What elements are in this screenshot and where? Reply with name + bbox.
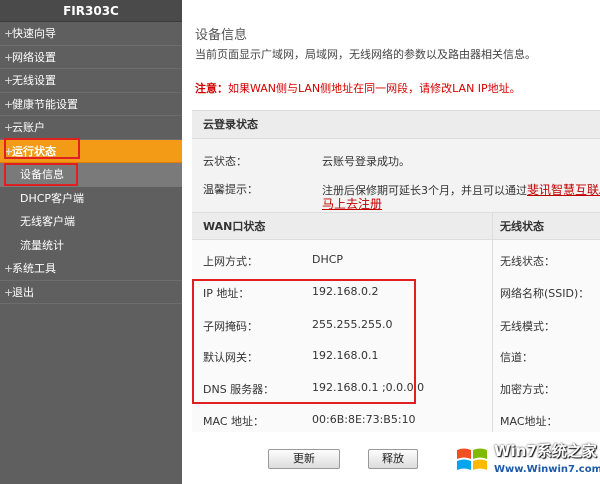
expand-icon: + <box>4 50 14 64</box>
sub-item-traffic-stats[interactable]: 流量统计 <box>0 234 182 258</box>
nav-item-wireless-settings[interactable]: +无线设置 <box>0 69 182 93</box>
mac-address-value: 00:6B:8E:73:B5:10 <box>312 413 416 426</box>
expand-icon: + <box>4 97 14 111</box>
nav-item-quick-guide[interactable]: +快速向导 <box>0 22 182 46</box>
wan-type-value: DHCP <box>312 253 344 266</box>
expand-icon: + <box>4 74 14 87</box>
cloud-status-section: 云登录状态 云状态： 云账号登录成功。 温馨提示： 注册后保修期可延长3个月，并… <box>192 110 600 212</box>
nav-item-cloud-account[interactable]: +云账户 <box>0 116 182 140</box>
nav-item-logout[interactable]: +退出 <box>0 281 182 304</box>
brand-title: FIR303C <box>0 0 182 22</box>
mac-address-label: MAC 地址： <box>203 415 264 428</box>
release-button[interactable]: 释放 <box>368 449 418 469</box>
notice-prefix: 注意： <box>195 82 228 95</box>
gateway-value: 192.168.0.1 <box>312 349 379 362</box>
wan-type-label: 上网方式： <box>203 255 258 268</box>
cloud-status-label: 云状态： <box>203 155 247 168</box>
ip-address-value: 192.168.0.2 <box>312 285 379 298</box>
nav-item-system-tools[interactable]: +系统工具 <box>0 257 182 281</box>
nav-item-label: 健康节能设置 <box>12 97 78 111</box>
tip-label: 温馨提示： <box>203 183 258 196</box>
sub-item-label: 设备信息 <box>20 168 64 181</box>
sub-item-label: 无线客户端 <box>20 215 75 228</box>
page-title: 设备信息 <box>195 28 248 43</box>
nav-item-label: 退出 <box>12 285 34 299</box>
sidebar: FIR303C +快速向导 +网络设置 +无线设置 +健康节能设置 +云账户 +… <box>0 0 182 484</box>
expand-icon: + <box>4 262 14 275</box>
cloud-status-value: 云账号登录成功。 <box>322 155 410 168</box>
expand-icon: + <box>4 121 14 134</box>
gateway-label: 默认网关： <box>203 351 258 364</box>
wireless-state-label: 无线状态： <box>500 255 555 268</box>
nav-item-network-settings[interactable]: +网络设置 <box>0 46 182 69</box>
register-link[interactable]: 马上去注册 <box>322 195 382 212</box>
sub-item-label: 流量统计 <box>20 238 64 252</box>
sub-item-dhcp-clients[interactable]: DHCP客户端 <box>0 187 182 211</box>
encryption-label: 加密方式： <box>500 383 555 396</box>
channel-label: 信道： <box>500 351 533 364</box>
nav-item-power-saving[interactable]: +健康节能设置 <box>0 93 182 116</box>
main-content: 设备信息 当前页面显示广域网，局域网，无线网络的参数以及路由器相关信息。 注意：… <box>182 0 600 484</box>
wireless-status-section: 无线状态 无线状态： 网络名称(SSID)： 无线模式： 信道： 加密方式： M… <box>492 212 600 432</box>
wireless-mac-label: MAC地址： <box>500 415 558 428</box>
wireless-mode-label: 无线模式： <box>500 320 555 333</box>
ip-address-label: IP 地址： <box>203 287 250 300</box>
notice-body: 如果WAN侧与LAN侧地址在同一网段，请修改LAN IP地址。 <box>228 82 521 95</box>
subnet-mask-value: 255.255.255.0 <box>312 318 393 331</box>
notice-text: 注意：如果WAN侧与LAN侧地址在同一网段，请修改LAN IP地址。 <box>195 80 521 96</box>
expand-icon: + <box>4 285 14 299</box>
nav-item-label: 系统工具 <box>12 262 56 275</box>
wireless-status-header: 无线状态 <box>493 212 600 240</box>
nav-item-label: 运行状态 <box>12 144 56 158</box>
phicomm-link[interactable]: 斐讯智慧互联A <box>527 183 600 197</box>
ssid-label: 网络名称(SSID)： <box>500 287 590 300</box>
nav-item-running-status[interactable]: +运行状态 <box>0 139 182 163</box>
sub-item-label: DHCP客户端 <box>20 191 85 205</box>
subnet-mask-label: 子网掩码： <box>203 320 258 333</box>
dns-value: 192.168.0.1 ;0.0.0.0 <box>312 381 425 394</box>
wan-status-section: WAN口状态 上网方式： DHCP IP 地址： 192.168.0.2 子网掩… <box>192 212 492 432</box>
dns-label: DNS 服务器： <box>203 383 275 396</box>
nav-item-label: 快速向导 <box>12 27 56 40</box>
expand-icon: + <box>4 27 14 40</box>
nav-item-label: 无线设置 <box>12 74 56 87</box>
sub-item-device-info[interactable]: 设备信息 <box>0 163 182 187</box>
refresh-button[interactable]: 更新 <box>268 449 340 469</box>
page-description: 当前页面显示广域网，局域网，无线网络的参数以及路由器相关信息。 <box>195 48 536 61</box>
expand-icon: + <box>4 144 14 158</box>
nav-item-label: 云账户 <box>12 121 45 134</box>
sub-item-wireless-clients[interactable]: 无线客户端 <box>0 210 182 234</box>
nav-item-label: 网络设置 <box>12 50 56 64</box>
wan-status-header: WAN口状态 <box>192 212 492 240</box>
cloud-status-header: 云登录状态 <box>192 111 600 139</box>
